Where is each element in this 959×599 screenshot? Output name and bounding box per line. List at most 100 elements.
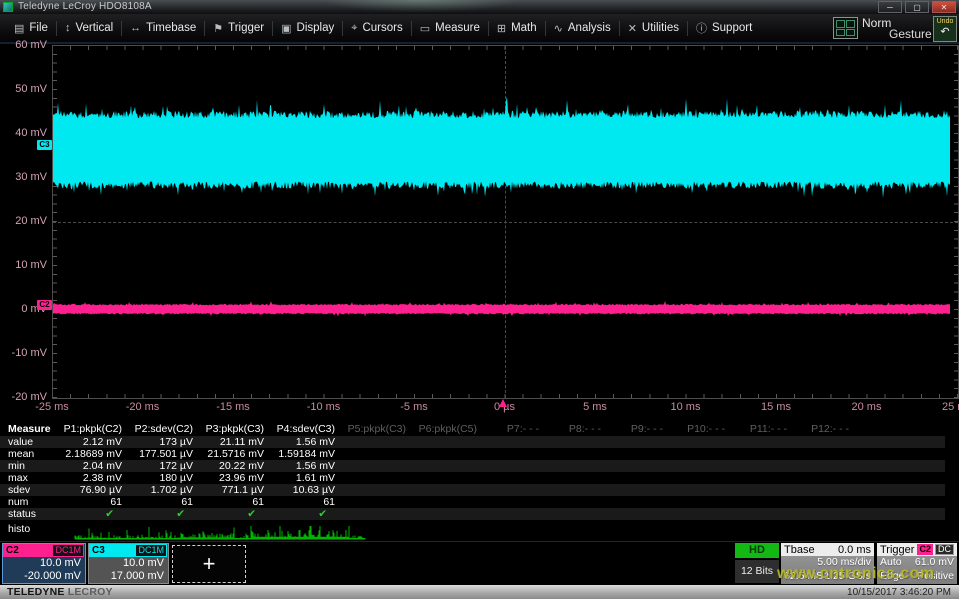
channel-marker-c2[interactable]: C2	[37, 300, 52, 310]
measure-title: Measure	[0, 423, 57, 436]
display-grid-button[interactable]	[833, 17, 858, 39]
measure-cell	[731, 472, 793, 484]
brand-logo: TELEDYNE LECROY	[7, 586, 113, 598]
measure-cell	[545, 448, 607, 460]
measure-cell: 2.12 mV	[57, 436, 128, 448]
measure-col-header[interactable]: P9:- - -	[607, 423, 669, 436]
y-axis-label: 60 mV	[0, 39, 47, 51]
measure-cell	[669, 508, 731, 520]
close-button[interactable]: ✕	[932, 1, 956, 13]
trace-c3[interactable]	[53, 97, 950, 199]
measure-row-max: max2.38 mV180 µV23.96 mV1.61 mV	[0, 472, 945, 484]
restore-button[interactable]: ▢	[905, 1, 929, 13]
measure-col-header[interactable]: P12:- - -	[793, 423, 855, 436]
menu-item-display[interactable]: ▣Display	[273, 17, 342, 39]
oscilloscope-app: Teledyne LeCroy HDO8108A ─ ▢ ✕ ▤File↕Ver…	[0, 0, 959, 599]
measure-col-header[interactable]: P3:pkpk(C3)	[199, 423, 270, 436]
measure-cell	[793, 436, 855, 448]
waveform-traces[interactable]	[53, 46, 958, 398]
add-trace-button[interactable]: +	[172, 545, 246, 583]
trace-c2[interactable]	[53, 301, 950, 317]
y-axis-label: 30 mV	[0, 171, 47, 183]
measure-cell: 21.5716 mV	[199, 448, 270, 460]
measure-cell	[669, 460, 731, 472]
measure-col-header[interactable]: P7:- - -	[483, 423, 545, 436]
measure-cell: ✔	[57, 508, 128, 520]
measure-cell: ✔	[199, 508, 270, 520]
y-axis-label: 40 mV	[0, 127, 47, 139]
menu-item-measure[interactable]: ▭Measure	[412, 17, 488, 39]
measure-row-label: num	[0, 496, 57, 508]
measure-cell	[793, 460, 855, 472]
menu-item-analysis[interactable]: ∿Analysis	[546, 17, 619, 39]
menu-item-label: Trigger	[228, 22, 264, 34]
measure-col-header[interactable]: P8:- - -	[545, 423, 607, 436]
menu-item-cursors[interactable]: ⌖ Cursors	[343, 17, 410, 39]
menu-item-label: Analysis	[568, 22, 611, 34]
measure-row-mean: mean2.18689 mV177.501 µV21.5716 mV1.5918…	[0, 448, 945, 460]
divider-line	[0, 541, 959, 542]
x-axis-label: -15 ms	[198, 401, 268, 413]
trigger-mode: Auto	[880, 556, 902, 570]
measure-icon: ▭	[420, 22, 430, 35]
measure-cell	[483, 448, 545, 460]
trigger-box[interactable]: Trigger C2 DC Auto 61.0 mV Edge Positive	[877, 543, 957, 584]
menu-item-label: Vertical	[75, 22, 113, 34]
timebase-box[interactable]: Tbase 0.0 ms 5.00 ms/div 62.5 MS 1.25 GS…	[781, 543, 874, 584]
menu-item-timebase[interactable]: ↔Timebase	[122, 17, 204, 39]
measure-cell	[731, 484, 793, 496]
measure-cell: 172 µV	[128, 460, 199, 472]
window-title: Teledyne LeCroy HDO8108A	[18, 1, 152, 12]
brand-lecroy: LECROY	[68, 586, 113, 598]
undo-button[interactable]: Undo ↶	[933, 16, 957, 42]
measure-col-header[interactable]: P5:pkpk(C3)	[341, 423, 412, 436]
trigger-time-marker[interactable]	[499, 399, 507, 407]
measure-cell: 2.18689 mV	[57, 448, 128, 460]
menu-item-label: Cursors	[362, 22, 402, 34]
menu-item-utilities[interactable]: ✕Utilities	[620, 17, 687, 39]
measure-cell	[731, 436, 793, 448]
measure-cell	[607, 460, 669, 472]
menu-item-support[interactable]: ⓘSupport	[688, 17, 760, 39]
measure-cell	[412, 496, 483, 508]
resolution-label: 12 Bits	[735, 560, 779, 583]
tbase-offset: 0.0 ms	[838, 544, 871, 556]
channel-c3-coupling-badge: DC1M	[135, 544, 167, 557]
menu-item-trigger[interactable]: ⚑Trigger	[205, 17, 272, 39]
histo-label: histo	[8, 523, 30, 535]
measure-col-header[interactable]: P4:sdev(C3)	[270, 423, 341, 436]
hd-mode-badge[interactable]: HD	[735, 543, 779, 558]
menu-item-file[interactable]: ▤File	[6, 17, 56, 39]
measure-cell	[483, 436, 545, 448]
tbase-samples: 62.5 MS	[784, 570, 823, 584]
menu-item-label: Utilities	[642, 22, 679, 34]
minimize-button[interactable]: ─	[878, 1, 902, 13]
plus-icon: +	[203, 551, 216, 577]
measure-cell	[412, 508, 483, 520]
status-bar: TELEDYNE LECROY 10/15/2017 3:46:20 PM	[0, 585, 959, 599]
channel-c2-descriptor[interactable]: C2 DC1M 10.0 mV -20.000 mV	[2, 543, 86, 584]
x-axis-label: -5 ms	[379, 401, 449, 413]
tbase-rate: 1.25 GS/s	[824, 570, 871, 584]
channel-marker-c3[interactable]: C3	[37, 140, 52, 150]
x-axis-label: 5 ms	[560, 401, 630, 413]
measure-cell: 180 µV	[128, 472, 199, 484]
measure-cell: 1.59184 mV	[270, 448, 341, 460]
measure-row-min: min2.04 mV172 µV20.22 mV1.56 mV	[0, 460, 945, 472]
measure-cell	[545, 496, 607, 508]
measure-col-header[interactable]: P1:pkpk(C2)	[57, 423, 128, 436]
menu-item-label: File	[29, 22, 48, 34]
measure-col-header[interactable]: P2:sdev(C2)	[128, 423, 199, 436]
menu-item-math[interactable]: ⊞Math	[489, 17, 545, 39]
cursors-icon: ⌖	[351, 22, 357, 35]
measure-cell	[793, 496, 855, 508]
measure-col-header[interactable]: P6:pkpk(C5)	[412, 423, 483, 436]
measure-cell	[341, 448, 412, 460]
measure-col-header[interactable]: P10:- - -	[669, 423, 731, 436]
measure-col-header[interactable]: P11:- - -	[731, 423, 793, 436]
channel-c3-descriptor[interactable]: C3 DC1M 10.0 mV 17.000 mV	[88, 543, 169, 584]
menu-item-vertical[interactable]: ↕Vertical	[57, 17, 121, 39]
waveform-grid[interactable]	[52, 45, 959, 399]
measure-cell	[607, 472, 669, 484]
measure-cell	[793, 508, 855, 520]
